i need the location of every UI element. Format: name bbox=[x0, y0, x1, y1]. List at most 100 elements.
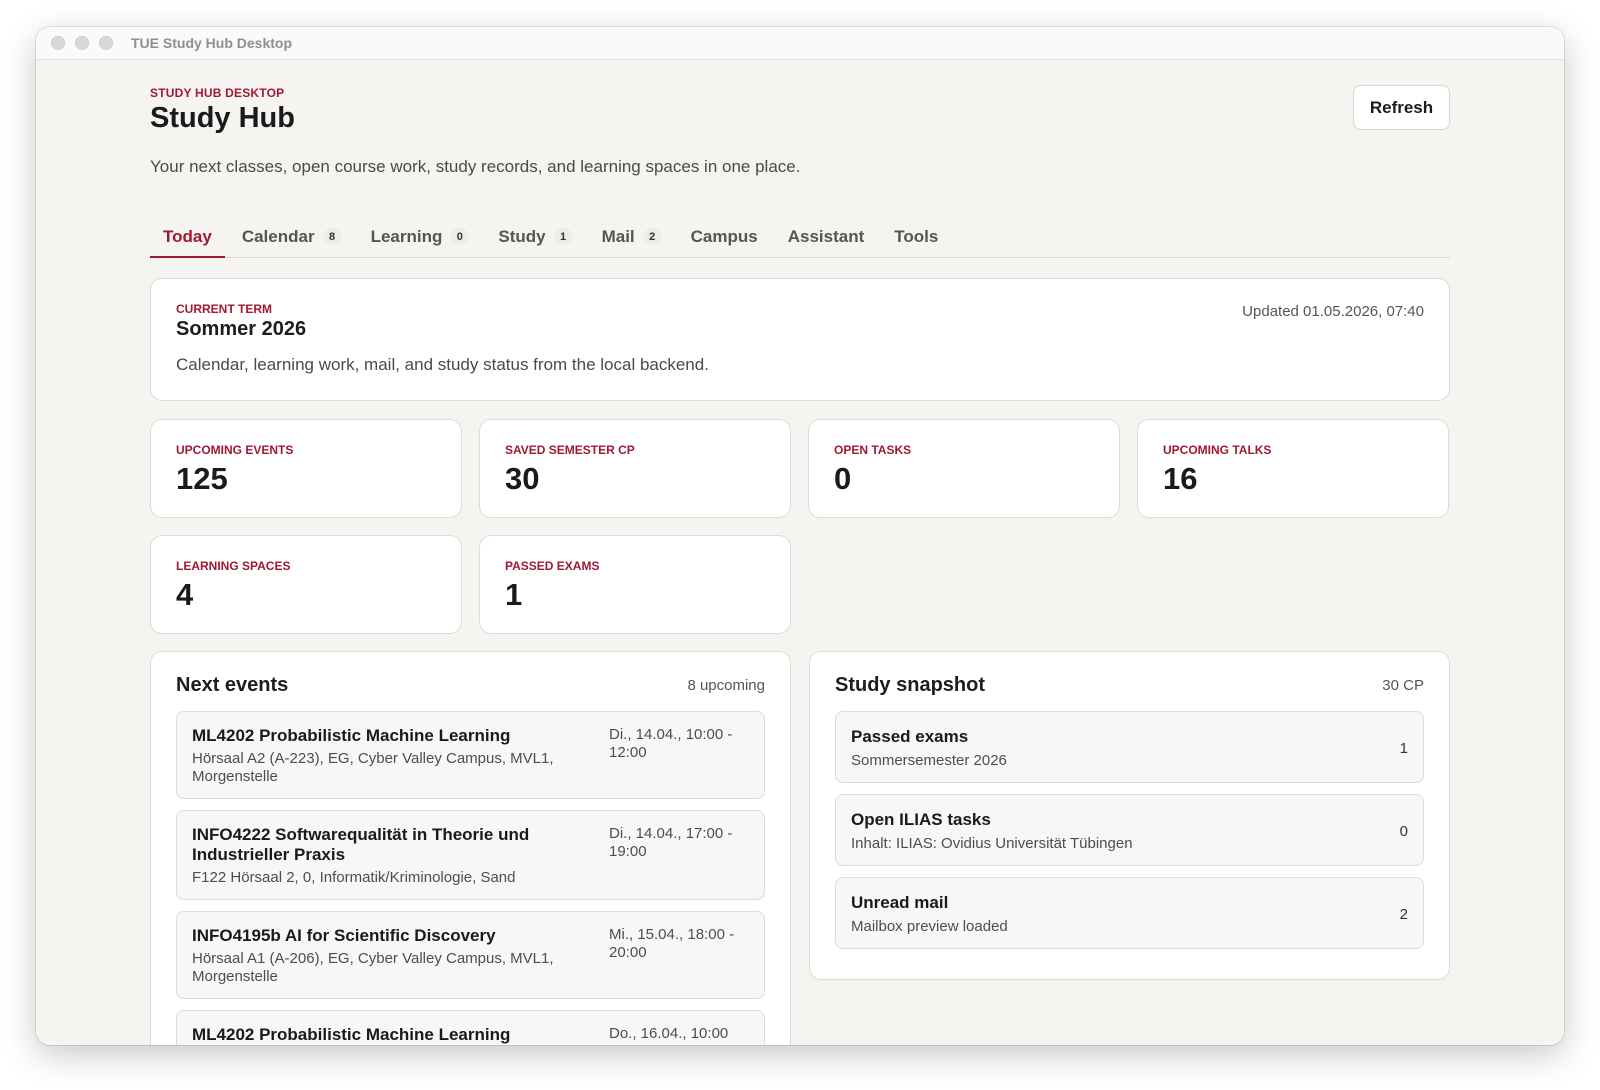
event-location: Hörsaal A1 (A-206), EG, Cyber Valley Cam… bbox=[192, 950, 554, 985]
stat-value: 125 bbox=[176, 461, 228, 496]
stat-card-open-tasks: OPEN TASKS 0 bbox=[808, 419, 1120, 518]
tab-count-badge: 0 bbox=[451, 228, 469, 245]
study-snapshot-panel: Study snapshot 30 CP Passed exams Sommer… bbox=[809, 651, 1450, 980]
tab-campus[interactable]: Campus bbox=[678, 216, 771, 257]
zoom-window-button[interactable] bbox=[99, 36, 113, 50]
stat-card-passed-exams: PASSED EXAMS 1 bbox=[479, 535, 791, 634]
app-window: TUE Study Hub Desktop STUDY HUB DESKTOP … bbox=[36, 27, 1564, 1045]
event-time: Di., 14.04., 17:00 - 19:00 bbox=[609, 825, 733, 860]
event-details: ML4202 Probabilistic Machine Learning Hö… bbox=[192, 726, 609, 786]
stat-card-learning-spaces: LEARNING SPACES 4 bbox=[150, 535, 462, 634]
main-content: STUDY HUB DESKTOP Study Hub Your next cl… bbox=[36, 60, 1564, 1045]
tab-count-badge: 2 bbox=[643, 228, 661, 245]
panel-meta: 8 upcoming bbox=[687, 677, 765, 694]
snapshot-item-value: 0 bbox=[1399, 822, 1408, 840]
snapshot-item-text: Passed exams Sommersemester 2026 bbox=[851, 727, 1007, 769]
stat-label: LEARNING SPACES bbox=[176, 559, 291, 573]
minimize-window-button[interactable] bbox=[75, 36, 89, 50]
window-title: TUE Study Hub Desktop bbox=[131, 35, 293, 51]
event-item[interactable]: ML4202 Probabilistic Machine Learning Hö… bbox=[176, 711, 765, 799]
refresh-button[interactable]: Refresh bbox=[1353, 85, 1450, 130]
panel-title: Study snapshot bbox=[835, 674, 986, 696]
event-item[interactable]: ML4202 Probabilistic Machine Learning Do… bbox=[176, 1010, 765, 1045]
event-details: ML4202 Probabilistic Machine Learning bbox=[192, 1025, 609, 1045]
tab-study[interactable]: Study 1 bbox=[485, 216, 584, 257]
panel-header: Study snapshot 30 CP bbox=[835, 674, 1424, 697]
panel-header: Next events 8 upcoming bbox=[176, 674, 765, 697]
last-updated-timestamp: Updated 01.05.2026, 07:40 bbox=[1242, 303, 1424, 320]
close-window-button[interactable] bbox=[51, 36, 65, 50]
page-title: Study Hub bbox=[150, 102, 295, 134]
stat-value: 1 bbox=[505, 577, 523, 612]
event-title: INFO4222 Softwarequalität in Theorie und… bbox=[192, 825, 530, 864]
stat-label: UPCOMING EVENTS bbox=[176, 443, 294, 457]
stat-label: SAVED SEMESTER CP bbox=[505, 443, 635, 457]
event-title: INFO4195b AI for Scientific Discovery bbox=[192, 926, 496, 945]
stat-value: 4 bbox=[176, 577, 194, 612]
snapshot-item-subtitle: Inhalt: ILIAS: Ovidius Universität Tübin… bbox=[851, 835, 1133, 852]
tab-assistant[interactable]: Assistant bbox=[775, 216, 878, 257]
term-description: Calendar, learning work, mail, and study… bbox=[176, 355, 709, 374]
tab-label: Campus bbox=[690, 226, 758, 246]
event-time: Do., 16.04., 10:00 bbox=[609, 1025, 729, 1042]
current-term-card: CURRENT TERM Sommer 2026 Calendar, learn… bbox=[150, 278, 1450, 401]
snapshot-item-text: Open ILIAS tasks Inhalt: ILIAS: Ovidius … bbox=[851, 810, 1133, 852]
stat-card-upcoming-events: UPCOMING EVENTS 125 bbox=[150, 419, 462, 518]
term-label: CURRENT TERM bbox=[176, 302, 272, 316]
stat-card-saved-semester-cp: SAVED SEMESTER CP 30 bbox=[479, 419, 791, 518]
snapshot-item-title: Passed exams bbox=[851, 727, 969, 746]
tab-label: Assistant bbox=[787, 226, 865, 246]
tab-label: Tools bbox=[894, 226, 939, 246]
snapshot-item-title: Unread mail bbox=[851, 893, 949, 912]
stat-value: 0 bbox=[834, 461, 852, 496]
term-name: Sommer 2026 bbox=[176, 318, 307, 340]
stat-value: 30 bbox=[505, 461, 540, 496]
next-events-panel: Next events 8 upcoming ML4202 Probabilis… bbox=[150, 651, 791, 1045]
event-title: ML4202 Probabilistic Machine Learning bbox=[192, 1025, 511, 1044]
tab-calendar[interactable]: Calendar 8 bbox=[229, 216, 354, 257]
snapshot-item-value: 1 bbox=[1399, 739, 1408, 757]
page-eyebrow: STUDY HUB DESKTOP bbox=[150, 86, 285, 100]
event-location: F122 Hörsaal 2, 0, Informatik/Kriminolog… bbox=[192, 869, 516, 886]
stat-label: UPCOMING TALKS bbox=[1163, 443, 1272, 457]
panels-row: Next events 8 upcoming ML4202 Probabilis… bbox=[150, 651, 1450, 1045]
title-bar: TUE Study Hub Desktop bbox=[36, 27, 1564, 60]
event-time: Di., 14.04., 10:00 - 12:00 bbox=[609, 726, 733, 761]
snapshot-item-open-ilias-tasks[interactable]: Open ILIAS tasks Inhalt: ILIAS: Ovidius … bbox=[835, 794, 1424, 866]
snapshot-item-title: Open ILIAS tasks bbox=[851, 810, 991, 829]
event-details: INFO4195b AI for Scientific Discovery Hö… bbox=[192, 926, 609, 986]
stat-label: PASSED EXAMS bbox=[505, 559, 600, 573]
snapshot-item-text: Unread mail Mailbox preview loaded bbox=[851, 893, 1008, 935]
event-title: ML4202 Probabilistic Machine Learning bbox=[192, 726, 511, 745]
stat-label: OPEN TASKS bbox=[834, 443, 912, 457]
tab-mail[interactable]: Mail 2 bbox=[589, 216, 674, 257]
tab-learning[interactable]: Learning 0 bbox=[358, 216, 482, 257]
panel-meta: 30 CP bbox=[1382, 677, 1424, 694]
tab-tools[interactable]: Tools bbox=[881, 216, 951, 257]
event-item[interactable]: INFO4222 Softwarequalität in Theorie und… bbox=[176, 810, 765, 900]
tab-label: Learning bbox=[370, 226, 443, 246]
event-details: INFO4222 Softwarequalität in Theorie und… bbox=[192, 825, 609, 887]
tab-label: Study bbox=[498, 226, 546, 246]
page-subtitle: Your next classes, open course work, stu… bbox=[150, 157, 801, 176]
event-time: Mi., 15.04., 18:00 - 20:00 bbox=[609, 926, 735, 961]
snapshot-item-value: 2 bbox=[1399, 905, 1408, 923]
panel-title: Next events bbox=[176, 674, 289, 696]
snapshot-item-unread-mail[interactable]: Unread mail Mailbox preview loaded 2 bbox=[835, 877, 1424, 949]
snapshot-item-subtitle: Sommersemester 2026 bbox=[851, 752, 1007, 769]
tab-label: Calendar bbox=[241, 226, 315, 246]
tab-count-badge: 8 bbox=[323, 228, 341, 245]
snapshot-item-subtitle: Mailbox preview loaded bbox=[851, 918, 1008, 935]
event-location: Hörsaal A2 (A-223), EG, Cyber Valley Cam… bbox=[192, 750, 554, 785]
snapshot-item-passed-exams[interactable]: Passed exams Sommersemester 2026 1 bbox=[835, 711, 1424, 783]
event-item[interactable]: INFO4195b AI for Scientific Discovery Hö… bbox=[176, 911, 765, 999]
tab-count-badge: 1 bbox=[554, 228, 572, 245]
tab-label: Mail bbox=[601, 226, 635, 246]
stat-card-upcoming-talks: UPCOMING TALKS 16 bbox=[1137, 419, 1449, 518]
tab-bar: Today Calendar 8 Learning 0 Study 1 Mail… bbox=[150, 217, 1450, 258]
tab-label: Today bbox=[163, 226, 212, 246]
page-header: STUDY HUB DESKTOP Study Hub Your next cl… bbox=[150, 60, 1450, 177]
stats-grid: UPCOMING EVENTS 125 SAVED SEMESTER CP 30… bbox=[150, 419, 1450, 634]
tab-today[interactable]: Today bbox=[150, 216, 225, 258]
stat-value: 16 bbox=[1163, 461, 1198, 496]
